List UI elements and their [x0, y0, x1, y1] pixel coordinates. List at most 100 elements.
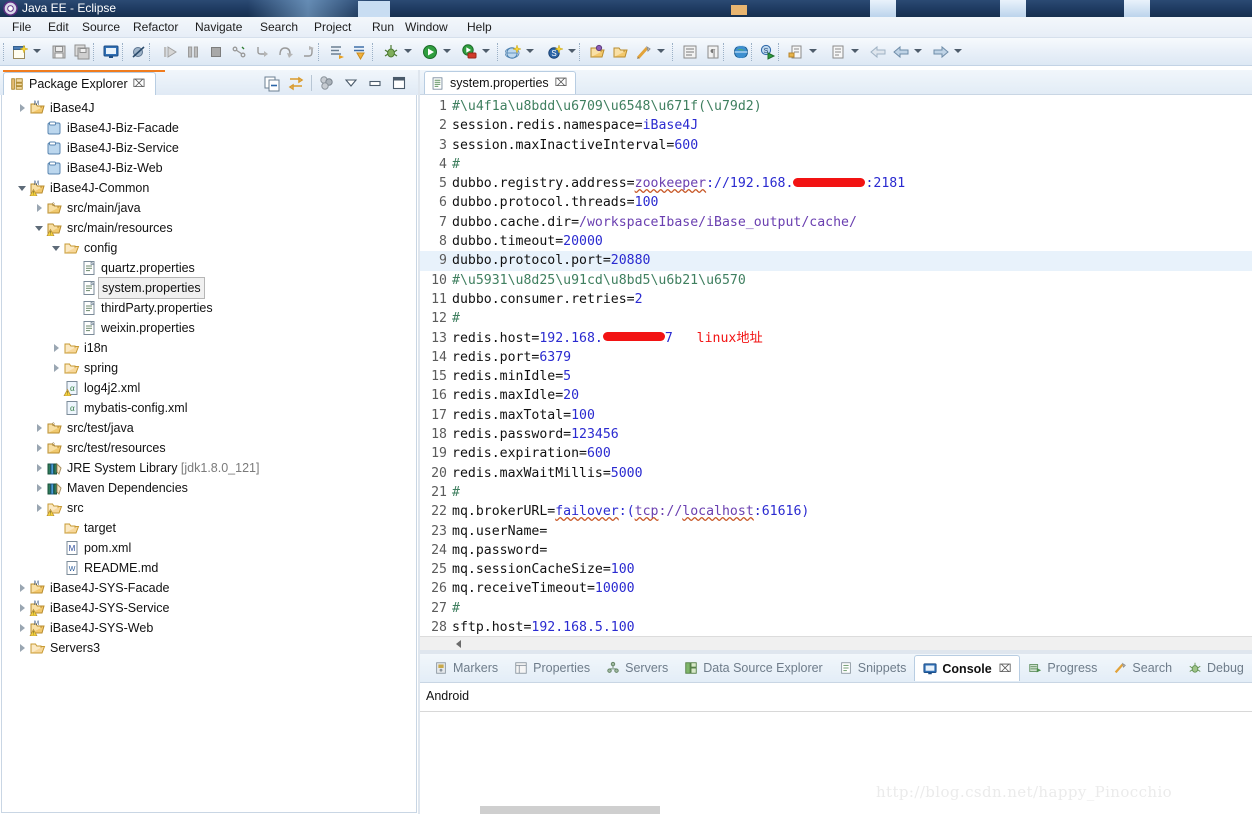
- tree-item-i18n[interactable]: i18n: [2, 338, 416, 358]
- tab-package-explorer[interactable]: Package Explorer ⌧: [3, 72, 157, 95]
- new-java-project-dropdown-icon[interactable]: [526, 49, 535, 55]
- bottom-tab-progress[interactable]: Progress: [1020, 655, 1105, 681]
- tree-item-ibase4j-biz-web[interactable]: iBase4J-Biz-Web: [2, 158, 416, 178]
- step-return-icon[interactable]: [298, 42, 318, 62]
- menu-project[interactable]: Project: [308, 17, 357, 38]
- tree-twisty-closed-icon[interactable]: [16, 98, 29, 118]
- tree-item-src-main-java[interactable]: ⌂ src/main/java: [2, 198, 416, 218]
- tree-item-ibase4j-common[interactable]: M! iBase4J-Common: [2, 178, 416, 198]
- tree-item-readme-md[interactable]: W README.md: [2, 558, 416, 578]
- close-icon[interactable]: ⌧: [133, 73, 146, 95]
- maximize-icon[interactable]: [390, 74, 408, 92]
- tree-twisty-closed-icon[interactable]: [33, 458, 46, 478]
- terminate-icon[interactable]: [206, 42, 226, 62]
- tree-twisty-open-icon[interactable]: [16, 178, 29, 198]
- new-console-view-icon[interactable]: [101, 42, 121, 62]
- run-on-server-icon[interactable]: S: [758, 42, 778, 62]
- tree-item-ibase4j-biz-facade[interactable]: iBase4J-Biz-Facade: [2, 118, 416, 138]
- code-line[interactable]: 20 redis.maxWaitMillis=5000: [420, 464, 1252, 483]
- tree-item-jre-system-library[interactable]: JRE System Library [jdk1.8.0_121]: [2, 458, 416, 478]
- tree-twisty-closed-icon[interactable]: [16, 578, 29, 598]
- code-line[interactable]: 3 session.maxInactiveInterval=600: [420, 136, 1252, 155]
- bottom-tab-properties[interactable]: Properties: [506, 655, 598, 681]
- tree-twisty-open-icon[interactable]: [33, 218, 46, 238]
- back-icon[interactable]: [868, 42, 888, 62]
- code-line[interactable]: 11 dubbo.consumer.retries=2: [420, 290, 1252, 309]
- tree-item-ibase4j-sys-web[interactable]: M! iBase4J-SYS-Web: [2, 618, 416, 638]
- open-type-icon[interactable]: [588, 42, 608, 62]
- new-java-project-icon[interactable]: [503, 42, 523, 62]
- tree-item-ibase4j-sys-service[interactable]: M! iBase4J-SYS-Service: [2, 598, 416, 618]
- tree-item-src[interactable]: ! src: [2, 498, 416, 518]
- toggle-block-selection-icon[interactable]: [680, 42, 700, 62]
- tab-system-properties[interactable]: system.properties ⌧: [424, 71, 577, 94]
- open-package-icon[interactable]: [611, 42, 631, 62]
- tree-item-target[interactable]: target: [2, 518, 416, 538]
- tree-item-servers3[interactable]: Servers3: [2, 638, 416, 658]
- last-edit-location-icon[interactable]: [786, 42, 806, 62]
- close-icon[interactable]: ⌧: [999, 656, 1012, 682]
- scroll-left-arrow[interactable]: [456, 640, 461, 648]
- tree-item-mybatis-config-xml[interactable]: α mybatis-config.xml: [2, 398, 416, 418]
- bottom-tab-markers[interactable]: Markers: [426, 655, 506, 681]
- collapse-all-icon[interactable]: [263, 74, 281, 92]
- code-line[interactable]: 14 redis.port=6379: [420, 348, 1252, 367]
- back-history-icon[interactable]: [891, 42, 911, 62]
- tree-twisty-open-icon[interactable]: [50, 238, 63, 258]
- tree-twisty-closed-icon[interactable]: [33, 478, 46, 498]
- tree-twisty-closed-icon[interactable]: [16, 618, 29, 638]
- search-pencil-icon[interactable]: [634, 42, 654, 62]
- save-all-icon[interactable]: [72, 42, 92, 62]
- minimize-icon[interactable]: [366, 74, 384, 92]
- tree-item-log4j2-xml[interactable]: α! log4j2.xml: [2, 378, 416, 398]
- bottom-tab-debug[interactable]: Debug: [1180, 655, 1252, 681]
- code-line[interactable]: 16 redis.maxIdle=20: [420, 386, 1252, 405]
- tree-item-ibase4j-sys-facade[interactable]: MiBase4J-SYS-Facade: [2, 578, 416, 598]
- code-line[interactable]: 13 redis.host=192.168. 7 linux地址: [420, 329, 1252, 348]
- editor-body[interactable]: 1 #\u4f1a\u8bdd\u6709\u6548\u671f(\u79d2)…: [420, 94, 1252, 650]
- tree-item-config[interactable]: config: [2, 238, 416, 258]
- external-tools-dropdown-icon[interactable]: [482, 49, 491, 55]
- resume-icon[interactable]: [160, 42, 180, 62]
- step-over-icon[interactable]: [275, 42, 295, 62]
- new-server-dropdown-icon[interactable]: [568, 49, 577, 55]
- menu-search[interactable]: Search: [254, 17, 304, 38]
- code-line[interactable]: 23 mq.userName=: [420, 522, 1252, 541]
- show-whitespace-icon[interactable]: ¶: [703, 42, 723, 62]
- forward-dropdown-icon[interactable]: [954, 49, 963, 55]
- tree-item-ibase4j-biz-service[interactable]: iBase4J-Biz-Service: [2, 138, 416, 158]
- debug-dropdown-icon[interactable]: [404, 49, 413, 55]
- tree-twisty-closed-icon[interactable]: [16, 598, 29, 618]
- forward-icon[interactable]: [931, 42, 951, 62]
- tree-item-src-test-java[interactable]: ⌂ src/test/java: [2, 418, 416, 438]
- code-line[interactable]: 19 redis.expiration=600: [420, 444, 1252, 463]
- editor-horizontal-scrollbar[interactable]: [420, 636, 1252, 650]
- menu-source[interactable]: Source: [76, 17, 126, 38]
- bottom-tab-search[interactable]: Search: [1105, 655, 1180, 681]
- last-edit-dropdown-icon[interactable]: [809, 49, 818, 55]
- new-wizard-dropdown-icon[interactable]: [33, 49, 42, 55]
- close-icon[interactable]: ⌧: [555, 72, 568, 94]
- search-dropdown-icon[interactable]: [657, 49, 666, 55]
- next-annotation-icon[interactable]: [350, 42, 370, 62]
- tree-twisty-closed-icon[interactable]: [16, 638, 29, 658]
- code-line[interactable]: 9 dubbo.protocol.port=20880: [420, 251, 1252, 271]
- code-content[interactable]: 1 #\u4f1a\u8bdd\u6709\u6548\u671f(\u79d2)…: [420, 97, 1252, 637]
- menu-refactor[interactable]: Refactor: [127, 17, 184, 38]
- bottom-tab-console[interactable]: Console ⌧: [914, 655, 1021, 682]
- back-history-dropdown-icon[interactable]: [914, 49, 923, 55]
- bottom-tab-data-source-explorer[interactable]: Data Source Explorer: [676, 655, 831, 681]
- code-line[interactable]: 21 #: [420, 483, 1252, 502]
- suspend-icon[interactable]: [183, 42, 203, 62]
- tree-item-weixin-properties[interactable]: weixin.properties: [2, 318, 416, 338]
- open-web-browser-icon[interactable]: [731, 42, 751, 62]
- new-wizard-icon[interactable]: [10, 42, 30, 62]
- menu-navigate[interactable]: Navigate: [189, 17, 248, 38]
- tree-item-spring[interactable]: spring: [2, 358, 416, 378]
- tree-twisty-closed-icon[interactable]: [33, 418, 46, 438]
- code-line[interactable]: 28 sftp.host=192.168.5.100: [420, 618, 1252, 637]
- tree-item-thirdparty-properties[interactable]: thirdParty.properties: [2, 298, 416, 318]
- save-icon[interactable]: [49, 42, 69, 62]
- tree-item-pom-xml[interactable]: Mpom.xml: [2, 538, 416, 558]
- link-with-editor-icon[interactable]: [287, 74, 305, 92]
